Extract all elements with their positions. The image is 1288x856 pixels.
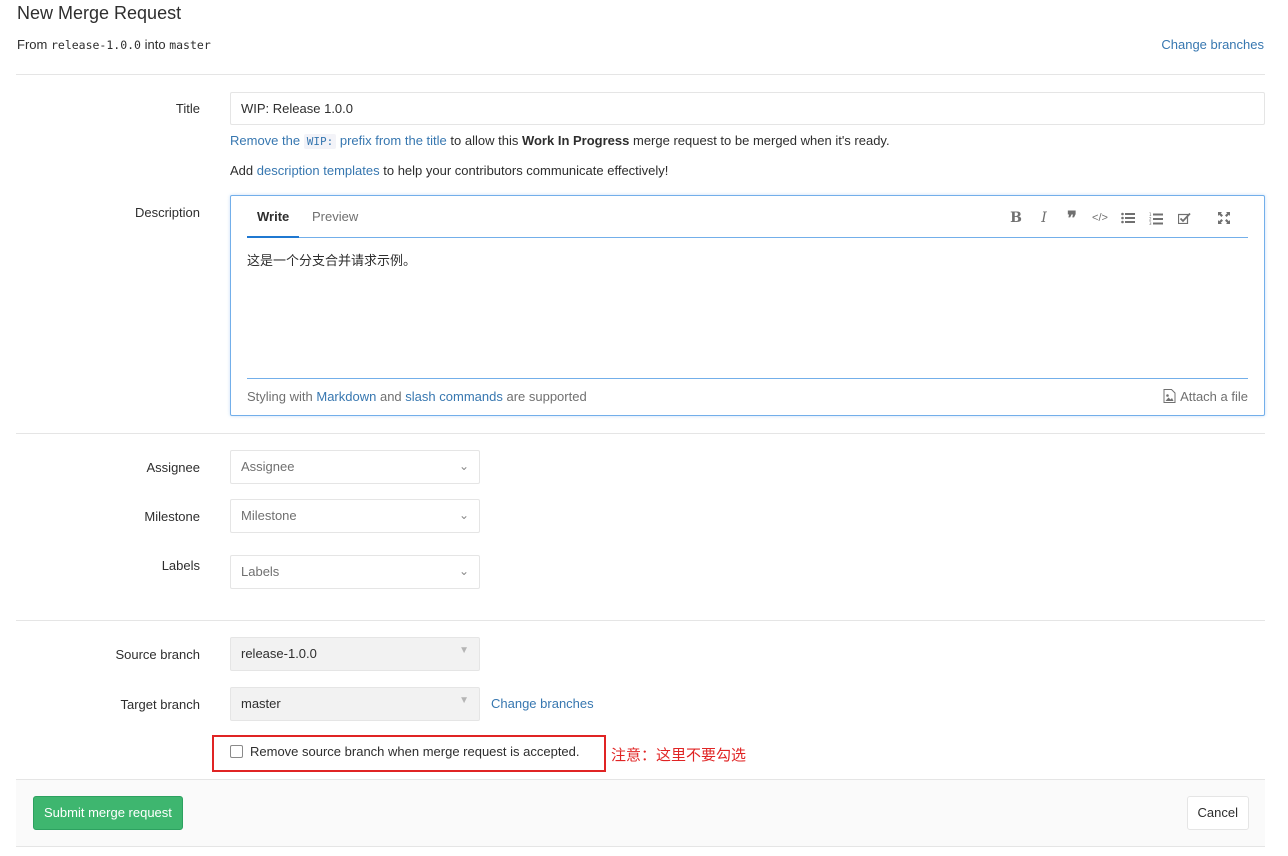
- branch-summary: From release-1.0.0 into master: [17, 37, 211, 52]
- image-icon: [1163, 389, 1176, 403]
- annotation-note: 注意：这里不要勾选: [611, 746, 747, 764]
- divider: [16, 74, 1265, 75]
- page-title: New Merge Request: [17, 3, 182, 23]
- cancel-button[interactable]: Cancel: [1186, 796, 1249, 830]
- svg-text:3: 3: [1149, 221, 1152, 225]
- into-label: into: [144, 37, 166, 52]
- code-icon[interactable]: </>: [1086, 208, 1114, 228]
- remove-wip-link[interactable]: Remove the WIP: prefix from the title: [230, 133, 447, 149]
- source-branch-label: Source branch: [115, 647, 200, 662]
- source-branch-name: release-1.0.0: [50, 38, 141, 52]
- caret-down-icon: ▼: [459, 695, 469, 706]
- fullscreen-icon[interactable]: [1210, 208, 1238, 228]
- title-input[interactable]: [230, 92, 1265, 125]
- assignee-label: Assignee: [146, 460, 200, 475]
- milestone-dropdown[interactable]: Milestone ⌄: [230, 499, 480, 533]
- wip-hint: Remove the WIP: prefix from the title to…: [230, 133, 890, 149]
- chevron-down-icon: ⌄: [458, 459, 469, 473]
- attach-file-button[interactable]: Attach a file: [1163, 389, 1248, 404]
- chevron-down-icon: ⌄: [458, 508, 469, 522]
- markdown-link[interactable]: Markdown: [316, 389, 376, 404]
- numbered-list-icon[interactable]: 123: [1142, 208, 1170, 228]
- source-branch-dropdown: release-1.0.0 ▼: [230, 637, 480, 671]
- remove-source-branch-option[interactable]: Remove source branch when merge request …: [230, 744, 580, 759]
- italic-icon[interactable]: I: [1030, 208, 1058, 228]
- bullet-list-icon[interactable]: [1114, 208, 1142, 228]
- markdown-toolbar: B I ❞ </> 123: [1002, 208, 1238, 229]
- bold-icon[interactable]: B: [1002, 208, 1030, 228]
- divider: [16, 620, 1265, 621]
- target-branch-name: master: [169, 38, 211, 52]
- change-branches-link-top[interactable]: Change branches: [1161, 37, 1264, 52]
- wip-bold: Work In Progress: [521, 133, 630, 148]
- chevron-down-icon: ⌄: [458, 564, 469, 578]
- markdown-editor: Write Preview B I ❞ </> 123 这是一个分支合并请求示例…: [230, 195, 1265, 416]
- caret-down-icon: ▼: [459, 645, 469, 656]
- remove-source-branch-label: Remove source branch when merge request …: [250, 744, 580, 759]
- tab-write[interactable]: Write: [247, 209, 300, 238]
- editor-tabs: Write Preview B I ❞ </> 123: [247, 196, 1248, 238]
- quote-icon[interactable]: ❞: [1058, 208, 1086, 229]
- description-label: Description: [134, 205, 200, 220]
- from-label: From: [17, 37, 48, 52]
- change-branches-link[interactable]: Change branches: [491, 696, 594, 711]
- tab-preview[interactable]: Preview: [302, 209, 368, 238]
- assignee-dropdown[interactable]: Assignee ⌄: [230, 450, 480, 484]
- remove-source-branch-checkbox[interactable]: [230, 745, 243, 758]
- labels-dropdown[interactable]: Labels ⌄: [230, 555, 480, 589]
- markdown-footer: Styling with Markdown and slash commands…: [247, 389, 1248, 404]
- milestone-label: Milestone: [144, 509, 200, 524]
- submit-merge-request-button[interactable]: Submit merge request: [33, 796, 183, 830]
- wip-code: WIP:: [303, 134, 337, 149]
- task-list-icon[interactable]: [1170, 208, 1198, 228]
- labels-label: Labels: [161, 558, 200, 573]
- target-branch-dropdown: master ▼: [230, 687, 480, 721]
- title-label: Title: [175, 101, 200, 116]
- template-hint: Add description templates to help your c…: [230, 163, 669, 178]
- divider: [16, 433, 1265, 434]
- form-actions: [16, 779, 1265, 847]
- description-textarea[interactable]: 这是一个分支合并请求示例。: [247, 238, 1248, 379]
- target-branch-label: Target branch: [120, 697, 201, 712]
- slash-commands-link[interactable]: slash commands: [405, 389, 503, 404]
- description-templates-link[interactable]: description templates: [257, 163, 380, 178]
